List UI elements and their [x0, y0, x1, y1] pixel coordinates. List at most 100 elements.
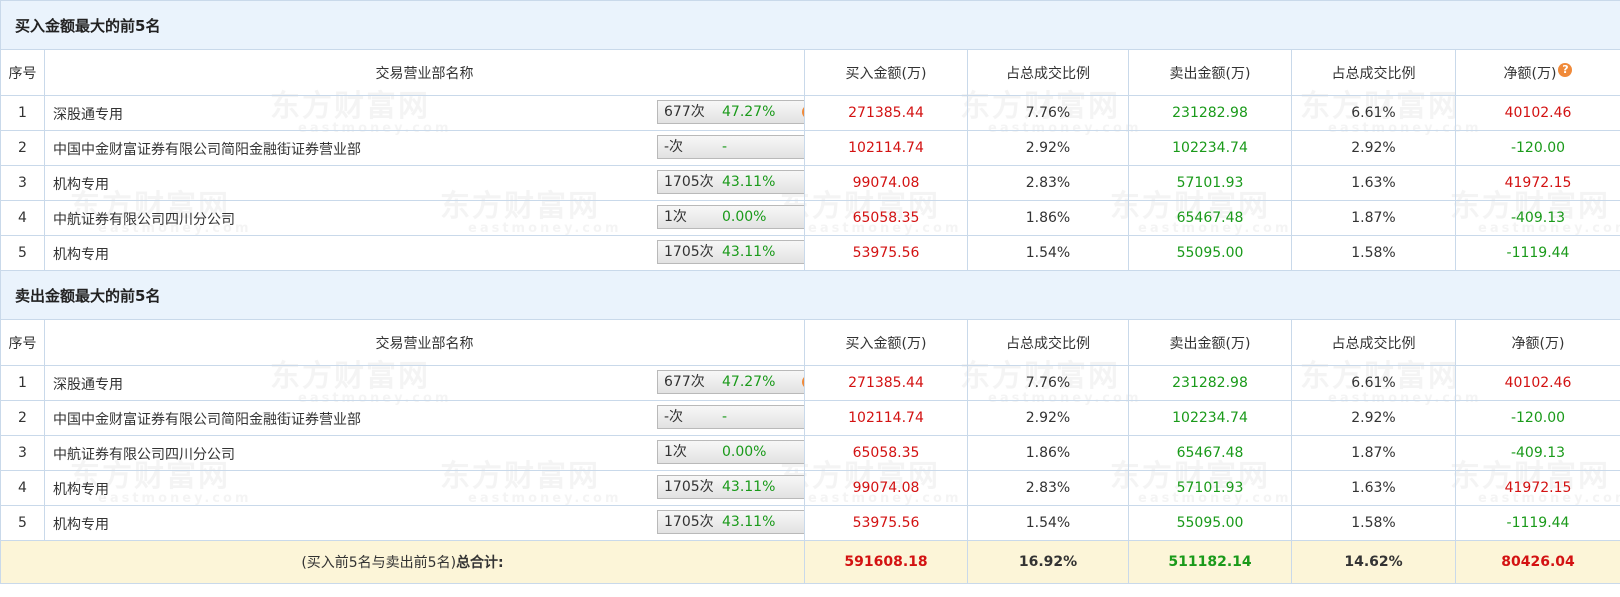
buy-ratio: 2.83% — [967, 165, 1129, 201]
table-row: 1 深股通专用 677次 47.27%?271385.447.76%231282.98… — [0, 365, 1620, 401]
column-header-buy-ratio: 占总成交比例 — [967, 49, 1129, 96]
history-stats-box[interactable]: 677次 47.27%? — [657, 100, 804, 124]
row-index: 4 — [0, 200, 45, 236]
sell-amount: 102234.74 — [1128, 400, 1292, 436]
branch-name[interactable]: 机构专用 — [53, 244, 109, 264]
history-stats-box[interactable]: 1次 0.00% — [657, 440, 804, 464]
row-index: 5 — [0, 505, 45, 541]
branch-name[interactable]: 机构专用 — [53, 514, 109, 534]
sell-amount: 102234.74 — [1128, 130, 1292, 166]
branch-name[interactable]: 中航证券有限公司四川分公司 — [53, 209, 235, 229]
history-stats-box[interactable]: 1次 0.00% — [657, 205, 804, 229]
trade-count: 1705次 — [664, 244, 714, 260]
branch-name[interactable]: 机构专用 — [53, 479, 109, 499]
table-row: 4 中航证券有限公司四川分公司 1次 0.00% 65058.35 1.86% 65467.… — [0, 200, 1620, 236]
net-amount: -409.13 — [1455, 200, 1620, 236]
table-row: 5 机构专用 1705次 43.11% 53975.56 1.54% 55095.00 1.5… — [0, 505, 1620, 541]
trade-count: 677次 — [664, 374, 705, 390]
column-header-label: 占总成交比例 — [1006, 335, 1090, 352]
buy-ratio: 2.83% — [967, 470, 1129, 506]
column-header-label: 占总成交比例 — [1331, 335, 1416, 352]
table-row: 3 中航证券有限公司四川分公司 1次 0.00% 65058.35 1.86% 65467.… — [0, 435, 1620, 471]
buy-amount: 102114.74 — [804, 130, 968, 166]
win-rate: 43.11% — [722, 244, 776, 260]
row-index: 3 — [0, 165, 45, 201]
buy-ratio: 7.76% — [967, 365, 1129, 401]
net-amount: -1119.44 — [1455, 505, 1620, 541]
branch-cell: 机构专用 1705次 43.11% — [44, 165, 805, 201]
column-header-row: 序号 交易营业部名称 买入金额(万) 占总成交比例 卖出金额(万) 占总成交比例 净额(万)… — [0, 49, 1620, 96]
win-rate: 43.11% — [722, 174, 776, 190]
sell-ratio: 6.61% — [1291, 95, 1456, 131]
row-index: 4 — [0, 470, 45, 506]
branch-name[interactable]: 中国中金财富证券有限公司简阳金融街证券营业部 — [53, 139, 361, 159]
row-index: 1 — [0, 95, 45, 131]
sell-amount: 231282.98 — [1128, 95, 1292, 131]
total-net: 80426.04 — [1455, 540, 1620, 584]
branch-cell: 中国中金财富证券有限公司简阳金融街证券营业部 -次 - — [44, 130, 805, 166]
buy-amount: 271385.44 — [804, 95, 968, 131]
column-header-label: 买入金额(万) — [845, 65, 927, 82]
column-header-idx: 序号 — [0, 49, 45, 96]
help-icon[interactable]: ? — [802, 105, 804, 119]
section-title: 买入金额最大的前5名 — [0, 0, 1620, 50]
section-header: 买入金额最大的前5名 — [0, 0, 1620, 50]
buy-amount: 53975.56 — [804, 235, 968, 271]
buy-amount: 65058.35 — [804, 200, 968, 236]
win-rate: 0.00% — [722, 209, 767, 225]
net-amount: -120.00 — [1455, 400, 1620, 436]
win-rate: - — [722, 139, 728, 155]
column-header-idx: 序号 — [0, 319, 45, 366]
trade-count: -次 — [664, 409, 684, 425]
row-index: 1 — [0, 365, 45, 401]
branch-cell: 中航证券有限公司四川分公司 1次 0.00% — [44, 435, 805, 471]
table-row: 5 机构专用 1705次 43.11% 53975.56 1.54% 55095.00 1.5… — [0, 235, 1620, 271]
table-row: 2 中国中金财富证券有限公司简阳金融街证券营业部 -次 -102114.74 2.92%… — [0, 400, 1620, 436]
branch-name[interactable]: 机构专用 — [53, 174, 109, 194]
table-row: 3 机构专用 1705次 43.11% 99074.08 2.83% 57101.93 1.6… — [0, 165, 1620, 201]
sell-amount: 65467.48 — [1128, 200, 1292, 236]
total-buy-ratio: 16.92% — [967, 540, 1129, 584]
win-rate: 47.27% — [722, 104, 776, 120]
history-stats-box[interactable]: -次 - — [657, 405, 804, 429]
total-buy: 591608.18 — [804, 540, 968, 584]
win-rate: - — [722, 409, 728, 425]
sell-amount: 57101.93 — [1128, 470, 1292, 506]
column-header-sell: 卖出金额(万) — [1128, 49, 1292, 96]
sell-amount: 55095.00 — [1128, 235, 1292, 271]
history-stats-box[interactable]: 1705次 43.11% — [657, 510, 804, 534]
trade-count: 1次 — [664, 444, 687, 460]
sell-ratio: 6.61% — [1291, 365, 1456, 401]
buy-ratio: 7.76% — [967, 95, 1129, 131]
sell-ratio: 1.58% — [1291, 505, 1456, 541]
branch-cell: 机构专用 1705次 43.11% — [44, 505, 805, 541]
branch-name[interactable]: 中航证券有限公司四川分公司 — [53, 444, 235, 464]
history-stats-box[interactable]: 677次 47.27%? — [657, 370, 804, 394]
trade-count: 1次 — [664, 209, 687, 225]
column-header-label: 净额(万) — [1503, 65, 1557, 82]
column-header-label: 买入金额(万) — [845, 335, 927, 352]
trade-count: 1705次 — [664, 514, 714, 530]
sell-ratio: 2.92% — [1291, 400, 1456, 436]
column-header-label: 卖出金额(万) — [1169, 65, 1251, 82]
buy-amount: 65058.35 — [804, 435, 968, 471]
net-amount: 40102.46 — [1455, 95, 1620, 131]
help-icon[interactable]: ? — [802, 375, 804, 389]
history-stats-box[interactable]: 1705次 43.11% — [657, 475, 804, 499]
buy-amount: 53975.56 — [804, 505, 968, 541]
column-header-label: 占总成交比例 — [1006, 65, 1090, 82]
net-amount: 41972.15 — [1455, 470, 1620, 506]
branch-name[interactable]: 深股通专用 — [53, 104, 123, 124]
branch-name[interactable]: 深股通专用 — [53, 374, 123, 394]
history-stats-box[interactable]: -次 - — [657, 135, 804, 159]
trade-count: 1705次 — [664, 174, 714, 190]
net-amount: 40102.46 — [1455, 365, 1620, 401]
column-header-buy: 买入金额(万) — [804, 49, 968, 96]
history-stats-box[interactable]: 1705次 43.11% — [657, 170, 804, 194]
branch-name[interactable]: 中国中金财富证券有限公司简阳金融街证券营业部 — [53, 409, 361, 429]
column-header-net: 净额(万)? — [1455, 49, 1620, 96]
branch-cell: 深股通专用 677次 47.27%? — [44, 95, 805, 131]
column-header-sell-ratio: 占总成交比例 — [1291, 319, 1456, 366]
help-icon[interactable]: ? — [1558, 62, 1573, 77]
history-stats-box[interactable]: 1705次 43.11% — [657, 240, 804, 264]
